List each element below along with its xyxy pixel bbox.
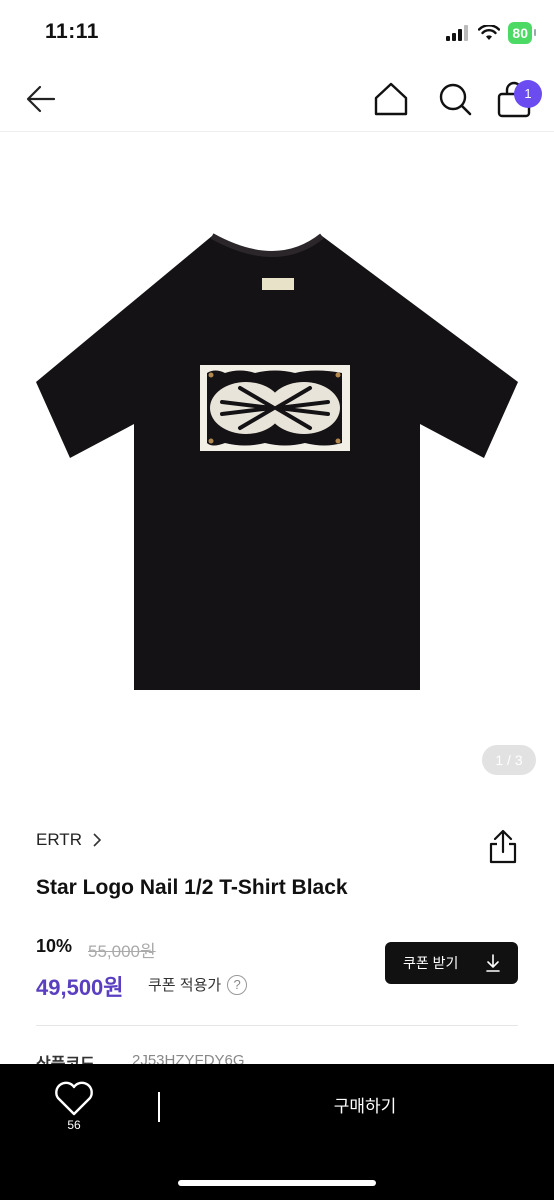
wifi-icon: [478, 25, 501, 40]
status-icons: 80: [446, 22, 536, 44]
download-icon: [486, 954, 500, 972]
status-bar: 11:11 80: [0, 0, 554, 66]
nav-bar: [0, 66, 554, 132]
divider: [36, 1025, 518, 1026]
signal-icon: [446, 25, 469, 41]
image-pager: 1 / 3: [482, 745, 536, 775]
search-icon[interactable]: [436, 80, 474, 118]
status-time: 11:11: [45, 20, 99, 43]
coupon-applied-text: 쿠폰 적용가: [148, 977, 222, 994]
brand-link[interactable]: ERTR: [36, 830, 102, 850]
battery-indicator: 80: [508, 22, 536, 44]
coupon-applied-price-label: 쿠폰 적용가 ?: [148, 974, 248, 995]
brand-name: ERTR: [36, 830, 82, 849]
heart-icon[interactable]: [52, 1080, 96, 1116]
coupon-button-label: 쿠폰 받기: [403, 955, 459, 971]
original-price: 55,000원: [88, 942, 156, 961]
product-image[interactable]: [0, 132, 554, 792]
share-icon[interactable]: [484, 828, 522, 866]
help-icon[interactable]: ?: [227, 974, 248, 995]
bottom-bar-divider: [158, 1092, 160, 1122]
home-icon[interactable]: [372, 80, 410, 118]
sale-price: 49,500원: [36, 975, 124, 1000]
home-indicator: [178, 1180, 376, 1186]
buy-button[interactable]: 구매하기: [190, 1084, 540, 1130]
discount-rate: 10%: [36, 936, 73, 956]
product-title: Star Logo Nail 1/2 T-Shirt Black: [36, 876, 348, 899]
tshirt-image: [36, 233, 518, 690]
cart-count-badge: 1: [514, 80, 542, 108]
like-count: 56: [67, 1118, 81, 1132]
coupon-download-button[interactable]: 쿠폰 받기: [385, 942, 518, 984]
chevron-right-icon: [93, 833, 102, 847]
back-arrow-icon[interactable]: [24, 82, 58, 116]
